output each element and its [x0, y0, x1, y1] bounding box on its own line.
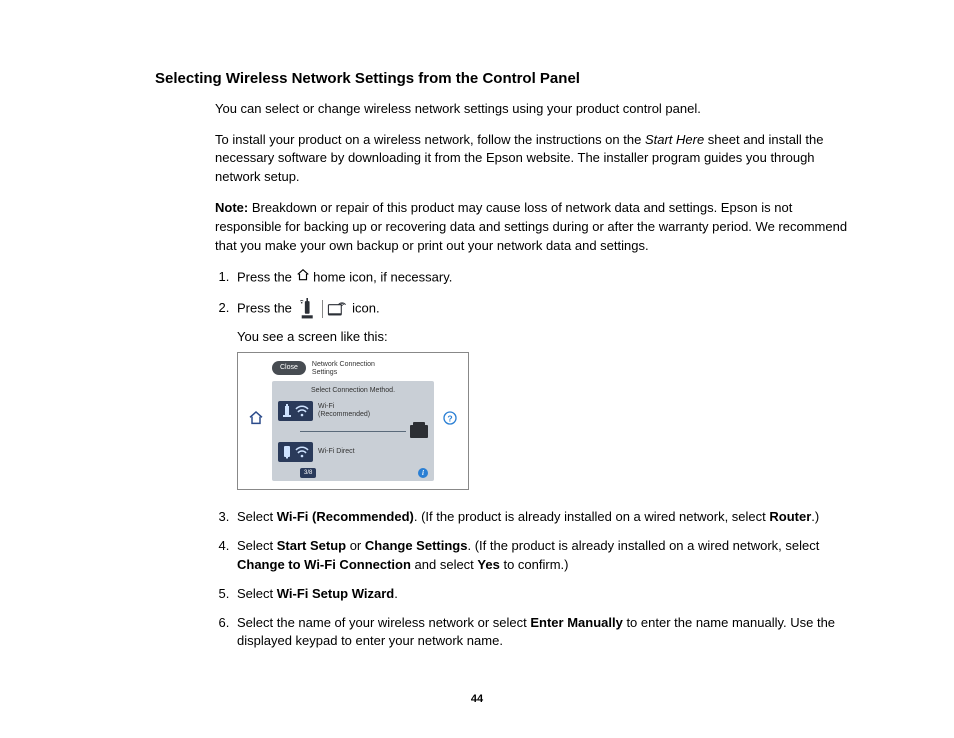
- text: (Recommended): [318, 411, 370, 418]
- wifi-tile-icon: [278, 401, 313, 421]
- text: . (If the product is already installed o…: [467, 538, 819, 553]
- change-to-wifi-label: Change to Wi-Fi Connection: [237, 557, 411, 572]
- help-icon[interactable]: ?: [442, 410, 458, 432]
- home-icon: [296, 268, 310, 288]
- figure-subhead: Select Connection Method.: [278, 386, 428, 396]
- enter-manually-label: Enter Manually: [530, 615, 622, 630]
- text: Press the: [237, 300, 296, 315]
- wifi-direct-option[interactable]: Wi-Fi Direct: [278, 442, 428, 462]
- start-here-reference: Start Here: [645, 132, 704, 147]
- step-1: Press the home icon, if necessary.: [233, 268, 849, 288]
- option-label: Wi-Fi Direct: [318, 448, 355, 456]
- wifi-recommended-option[interactable]: Wi-Fi (Recommended): [278, 401, 428, 421]
- text: to confirm.): [500, 557, 569, 572]
- text: Settings: [312, 369, 337, 376]
- text: Network Connection: [312, 361, 375, 368]
- text: Select: [237, 538, 277, 553]
- text: Press the: [237, 269, 296, 284]
- text: Select: [237, 509, 277, 524]
- start-setup-label: Start Setup: [277, 538, 346, 553]
- info-icon[interactable]: i: [418, 468, 428, 478]
- pager-badge: 3/8: [300, 468, 316, 479]
- document-page: Selecting Wireless Network Settings from…: [0, 0, 954, 651]
- text: Select: [237, 586, 277, 601]
- text: . (If the product is already installed o…: [414, 509, 770, 524]
- change-settings-label: Change Settings: [365, 538, 468, 553]
- lcd-screenshot-figure: Close Network Connection Settings Select…: [237, 352, 469, 490]
- step-4: Select Start Setup or Change Settings. (…: [233, 537, 849, 575]
- figure-header: Close Network Connection Settings: [272, 361, 434, 377]
- connector-row: [278, 425, 428, 438]
- text: home icon, if necessary.: [310, 269, 453, 284]
- text: Select the name of your wireless network…: [237, 615, 530, 630]
- figure-footer: 3/8 i: [278, 468, 428, 479]
- intro-paragraph-2: To install your product on a wireless ne…: [215, 131, 849, 188]
- text: icon.: [349, 300, 380, 315]
- figure-card: Select Connection Method.: [272, 381, 434, 481]
- printer-icon: [410, 425, 428, 438]
- svg-text:?: ?: [447, 414, 452, 424]
- figure-title: Network Connection Settings: [312, 361, 375, 377]
- text: Wi-Fi: [318, 403, 334, 410]
- text: .: [394, 586, 398, 601]
- figure-center-panel: Close Network Connection Settings Select…: [272, 361, 434, 481]
- router-label: Router: [769, 509, 811, 524]
- text: and select: [411, 557, 478, 572]
- step-5: Select Wi-Fi Setup Wizard.: [233, 585, 849, 604]
- intro-paragraph-1: You can select or change wireless networ…: [215, 100, 849, 119]
- step-3: Select Wi-Fi (Recommended). (If the prod…: [233, 508, 849, 527]
- step-2-sub: You see a screen like this:: [237, 328, 849, 347]
- body-content: You can select or change wireless networ…: [215, 100, 849, 652]
- wifi-setup-wizard-label: Wi-Fi Setup Wizard: [277, 586, 394, 601]
- connector-line: [300, 431, 406, 432]
- yes-label: Yes: [477, 557, 499, 572]
- separator: [322, 300, 323, 318]
- wifi-recommended-label: Wi-Fi (Recommended): [277, 509, 414, 524]
- text: or: [346, 538, 365, 553]
- figure-home-icon: [248, 410, 264, 432]
- section-heading: Selecting Wireless Network Settings from…: [155, 68, 849, 90]
- network-status-icon: [298, 298, 347, 320]
- step-6: Select the name of your wireless network…: [233, 614, 849, 652]
- note-paragraph: Note: Breakdown or repair of this produc…: [215, 199, 849, 256]
- close-button[interactable]: Close: [272, 361, 306, 375]
- step-2: Press the: [233, 298, 849, 491]
- option-label: Wi-Fi (Recommended): [318, 403, 370, 418]
- note-label: Note:: [215, 200, 248, 215]
- text: .): [811, 509, 819, 524]
- text: To install your product on a wireless ne…: [215, 132, 645, 147]
- steps-list: Press the home icon, if necessary. Press…: [215, 268, 849, 652]
- note-body: Breakdown or repair of this product may …: [215, 200, 847, 253]
- page-number: 44: [0, 692, 954, 708]
- wifi-direct-tile-icon: [278, 442, 313, 462]
